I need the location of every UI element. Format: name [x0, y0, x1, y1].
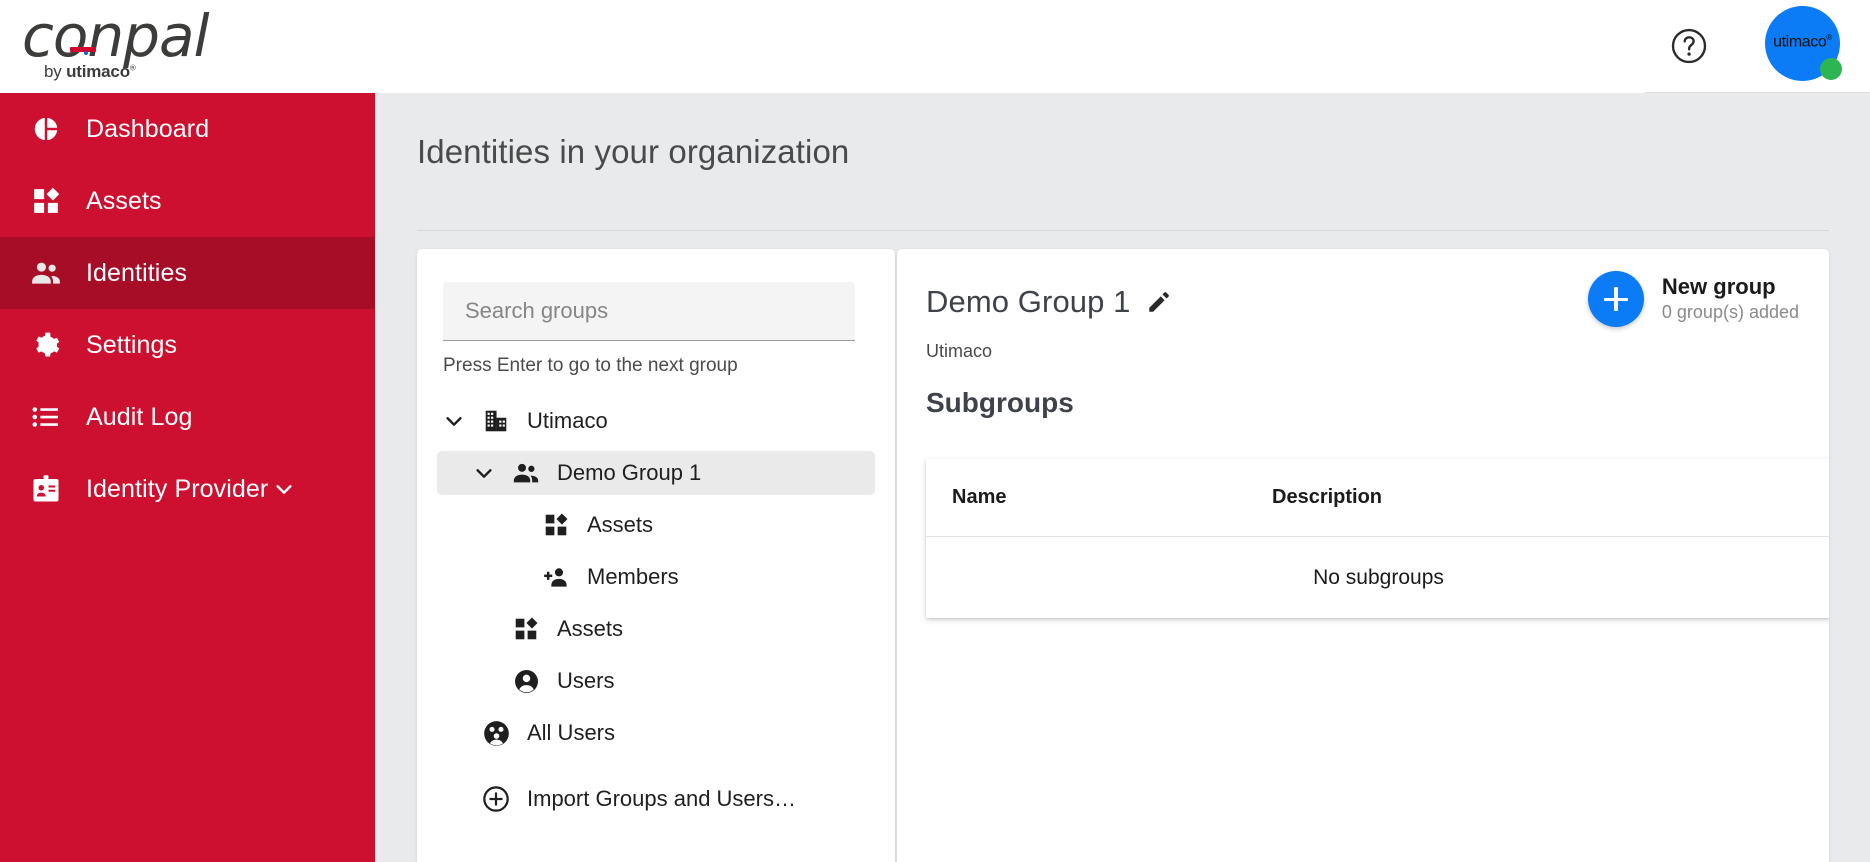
edit-group-button[interactable]: [1145, 288, 1173, 316]
group-title-row: Demo Group 1: [926, 284, 1173, 320]
search-hint-text: Press Enter to go to the next group: [443, 355, 738, 376]
new-group-text: New group 0 group(s) added: [1662, 274, 1799, 324]
gear-icon: [26, 325, 66, 365]
tree-item-label: Utimaco: [527, 408, 608, 433]
new-group-button[interactable]: New group 0 group(s) added: [1587, 271, 1799, 327]
sidebar-item-label: Dashboard: [86, 114, 210, 143]
subgroups-heading: Subgroups: [926, 387, 1074, 418]
brand-name: conpal: [22, 2, 210, 70]
brand-dash-accent: [70, 47, 96, 52]
tree-item-label: Assets: [587, 512, 654, 537]
sidebar-item-label: Audit Log: [86, 402, 193, 431]
sidebar-item-identity-provider[interactable]: Identity Provider: [0, 453, 375, 525]
group-parent-name: Utimaco: [926, 341, 993, 361]
online-status-indicator: [1820, 58, 1842, 80]
subgroups-table: Name Description No subgroups: [926, 459, 1829, 618]
people-icon: [26, 253, 66, 293]
group-detail-panel: Demo Group 1 Utimaco Subgroups New group…: [897, 249, 1829, 862]
sidebar-item-label: Assets: [86, 186, 162, 215]
pie-chart-icon: [26, 109, 66, 149]
chevron-down-icon[interactable]: [273, 478, 295, 500]
app-root: conpal by utimaco® utimaco® Dashboard As…: [0, 0, 1870, 862]
page-title: Identities in your organization: [417, 133, 850, 170]
tree-item-import-groups-and-users[interactable]: Import Groups and Users…: [437, 777, 875, 821]
sidebar-item-label: Identities: [86, 258, 188, 287]
brand-tagline: by utimaco®: [44, 62, 136, 81]
sidebar-item-label: Identity Provider: [86, 474, 269, 503]
tree-item-label: Demo Group 1: [557, 460, 702, 485]
tree-item-group-assets[interactable]: Assets: [437, 503, 875, 547]
new-group-label: New group: [1661, 274, 1776, 299]
search-groups-input[interactable]: [443, 282, 855, 341]
id-badge-icon: [26, 469, 66, 509]
sidebar-item-dashboard[interactable]: Dashboard: [0, 93, 375, 165]
help-button[interactable]: [1670, 27, 1708, 65]
tree-item-org-users[interactable]: Users: [437, 659, 875, 703]
sidebar-item-identities[interactable]: Identities: [0, 237, 375, 309]
plus-icon: [1587, 271, 1644, 327]
title-divider: [417, 230, 1829, 231]
new-group-count: 0 group(s) added: [1661, 302, 1799, 322]
tree-item-group-members[interactable]: Members: [437, 555, 875, 599]
tree-item-demo-group-1[interactable]: Demo Group 1: [437, 451, 875, 495]
chevron-down-icon[interactable]: [471, 460, 497, 486]
search-groups-wrapper: [443, 282, 855, 341]
group-tree-panel: Press Enter to go to the next group: [417, 249, 895, 862]
help-circle-icon: [1671, 28, 1707, 64]
assets-grid-icon: [26, 181, 66, 221]
sidebar-item-assets[interactable]: Assets: [0, 165, 375, 237]
tree-item-label: All Users: [527, 720, 616, 745]
brand-logo: conpal by utimaco®: [22, 2, 282, 87]
person-add-icon: [541, 562, 571, 592]
column-header-name: Name: [952, 486, 1007, 508]
top-header: conpal by utimaco® utimaco®: [0, 0, 1870, 93]
plus-circle-icon: [481, 784, 511, 814]
sidebar-nav: Dashboard Assets Identities Settings Aud…: [0, 93, 375, 862]
sidebar-item-audit-log[interactable]: Audit Log: [0, 381, 375, 453]
people-icon: [511, 458, 541, 488]
group-circle-icon: [481, 718, 511, 748]
header-divider: [1645, 92, 1870, 93]
building-icon: [481, 406, 511, 436]
table-empty-message: No subgroups: [1313, 565, 1444, 589]
sidebar-item-label: Settings: [86, 330, 178, 359]
pencil-icon: [1148, 292, 1169, 312]
group-tree: Utimaco Demo Group 1 Assets Members Asse…: [437, 399, 875, 829]
table-header-row: Name Description: [926, 459, 1829, 536]
tree-item-label: Members: [587, 564, 679, 589]
list-icon: [26, 397, 66, 437]
avatar-label: utimaco®: [1773, 33, 1832, 51]
account-circle-icon: [511, 666, 541, 696]
tree-item-all-users[interactable]: All Users: [437, 711, 875, 755]
tree-item-utimaco[interactable]: Utimaco: [437, 399, 875, 443]
group-name: Demo Group 1: [926, 284, 1131, 319]
main-content: Identities in your organization Press En…: [375, 93, 1870, 862]
assets-grid-icon: [511, 614, 541, 644]
chevron-down-icon[interactable]: [441, 408, 467, 434]
assets-grid-icon: [541, 510, 571, 540]
user-avatar[interactable]: utimaco®: [1765, 6, 1842, 81]
sidebar-item-settings[interactable]: Settings: [0, 309, 375, 381]
tree-item-label: Users: [557, 668, 615, 693]
column-header-description: Description: [1272, 486, 1383, 508]
tree-item-label: Import Groups and Users…: [527, 786, 796, 811]
tree-item-label: Assets: [557, 616, 624, 641]
tree-item-org-assets[interactable]: Assets: [437, 607, 875, 651]
